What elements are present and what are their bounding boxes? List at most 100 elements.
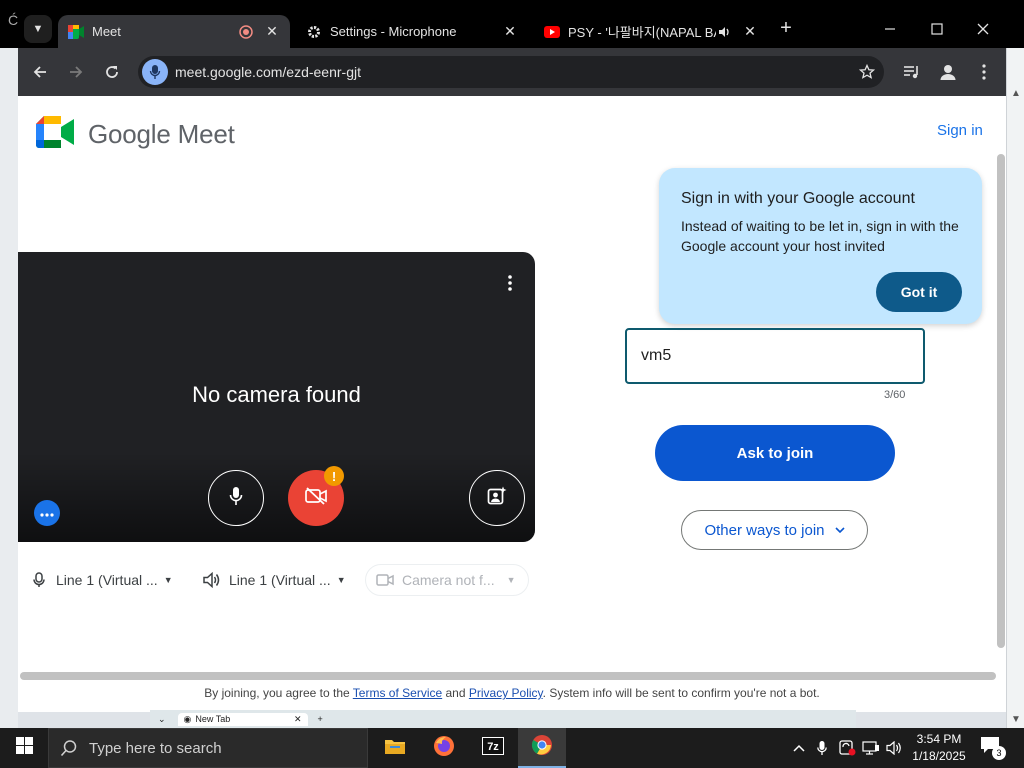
close-tab-icon[interactable]: ✕ bbox=[740, 22, 760, 42]
visual-effects-button[interactable] bbox=[469, 470, 525, 526]
no-camera-message: No camera found bbox=[192, 382, 361, 407]
forward-button[interactable] bbox=[64, 60, 88, 84]
start-button[interactable] bbox=[0, 728, 48, 768]
clock-time: 3:54 PM bbox=[916, 732, 962, 746]
reload-button[interactable] bbox=[100, 60, 124, 84]
firefox-icon bbox=[433, 735, 455, 762]
microphone-tray-icon[interactable] bbox=[812, 728, 832, 768]
firefox-app[interactable] bbox=[420, 728, 468, 768]
address-bar[interactable]: meet.google.com/ezd-eenr-gjt bbox=[138, 56, 884, 88]
minimize-button[interactable] bbox=[875, 14, 905, 44]
tab-search-button[interactable]: ▼ bbox=[24, 15, 52, 43]
camera-off-icon bbox=[305, 486, 327, 510]
maximize-button[interactable] bbox=[922, 14, 952, 44]
chevron-up-icon bbox=[793, 741, 805, 755]
window-edge-glyph: Ć bbox=[8, 12, 19, 28]
portrait-sparkle-icon bbox=[487, 486, 507, 511]
sign-in-link[interactable]: Sign in bbox=[937, 122, 983, 139]
tab-title: Meet bbox=[92, 24, 121, 39]
google-meet-logo: Google Meet bbox=[36, 116, 235, 153]
microphone-in-use-icon[interactable] bbox=[142, 59, 168, 85]
7zip-app[interactable]: 7z bbox=[469, 728, 517, 768]
back-button[interactable] bbox=[28, 60, 52, 84]
action-center-button[interactable]: 3 bbox=[980, 736, 1008, 760]
taskbar-search-box[interactable]: Type here to search bbox=[48, 728, 368, 768]
new-tab-button[interactable]: + bbox=[776, 18, 796, 40]
chevron-down-icon: ▼ bbox=[32, 23, 44, 35]
show-hidden-icons-button[interactable] bbox=[790, 728, 808, 768]
url-text: meet.google.com/ezd-eenr-gjt bbox=[175, 64, 361, 80]
clock-date: 1/18/2025 bbox=[912, 749, 966, 763]
dropdown-caret-icon: ▼ bbox=[506, 575, 516, 585]
close-tab-icon: ✕ bbox=[294, 713, 302, 724]
windows-taskbar: Type here to search 7z 3:54 PM 1/18/2025… bbox=[0, 728, 1024, 768]
7zip-icon: 7z bbox=[482, 736, 504, 760]
privacy-policy-link[interactable]: Privacy Policy bbox=[469, 686, 543, 700]
camera-icon bbox=[376, 571, 394, 589]
microphone-icon bbox=[30, 571, 48, 589]
speaker-device-label: Line 1 (Virtual ... bbox=[229, 572, 331, 588]
gear-icon bbox=[306, 24, 322, 40]
background-tab-title: New Tab bbox=[195, 714, 231, 724]
chrome-icon: ◉ bbox=[183, 713, 192, 724]
terms-of-service-link[interactable]: Terms of Service bbox=[353, 686, 442, 700]
youtube-icon bbox=[544, 24, 560, 40]
chevron-down-icon: ⌄ bbox=[158, 713, 166, 724]
microphone-toggle-button[interactable] bbox=[208, 470, 264, 526]
windows-logo-icon bbox=[15, 737, 33, 759]
chrome-app[interactable] bbox=[518, 728, 566, 768]
camera-warning-badge: ! bbox=[324, 466, 344, 486]
sign-in-tooltip: Sign in with your Google account Instead… bbox=[659, 168, 982, 324]
file-explorer-app[interactable] bbox=[371, 728, 419, 768]
media-controls-icon[interactable] bbox=[900, 60, 924, 84]
background-window-tabstrip: ⌄ ◉ New Tab ✕ + bbox=[150, 710, 856, 728]
new-tab-icon: + bbox=[317, 714, 323, 724]
bookmark-star-icon[interactable] bbox=[856, 61, 878, 83]
tab-settings-microphone[interactable]: Settings - Microphone ✕ bbox=[296, 15, 528, 48]
more-options-icon[interactable] bbox=[502, 272, 518, 294]
tab-meet[interactable]: Meet ✕ bbox=[58, 15, 290, 48]
close-tab-icon[interactable]: ✕ bbox=[262, 22, 282, 42]
other-ways-label: Other ways to join bbox=[704, 521, 825, 539]
speaker-icon bbox=[203, 571, 221, 589]
tooltip-body: Instead of waiting to be let in, sign in… bbox=[681, 218, 959, 254]
tab-title: PSY - '나팔바지(NAPAL BA bbox=[568, 25, 716, 40]
speaker-select[interactable]: Line 1 (Virtual ... ▼ bbox=[203, 564, 346, 596]
recording-icon bbox=[238, 24, 254, 40]
meet-logo-icon bbox=[36, 116, 74, 153]
ask-to-join-button[interactable]: Ask to join bbox=[655, 425, 895, 481]
legal-footer: By joining, you agree to the Terms of Se… bbox=[18, 686, 1006, 700]
tooltip-title: Sign in with your Google account bbox=[681, 190, 915, 207]
folder-icon bbox=[384, 737, 406, 760]
more-actions-button[interactable] bbox=[34, 500, 60, 526]
name-input-value: vm5 bbox=[641, 347, 672, 364]
brand-name: Google Meet bbox=[88, 119, 235, 149]
footer-suffix: . System info will be sent to confirm yo… bbox=[542, 686, 820, 700]
network-icon[interactable] bbox=[860, 728, 882, 768]
dots-icon bbox=[40, 504, 54, 522]
browser-menu-icon[interactable] bbox=[972, 60, 996, 84]
camera-select: Camera not f... ▼ bbox=[365, 564, 529, 596]
security-alert-icon[interactable] bbox=[836, 728, 858, 768]
other-ways-to-join-button[interactable]: Other ways to join bbox=[681, 510, 868, 550]
audio-playing-icon[interactable] bbox=[716, 24, 732, 40]
got-it-button[interactable]: Got it bbox=[876, 272, 962, 312]
horizontal-scrollbar[interactable] bbox=[20, 672, 996, 680]
name-input[interactable]: vm5 bbox=[625, 328, 925, 384]
meet-page: Google Meet Sign in Sign in with your Go… bbox=[18, 96, 1006, 712]
footer-prefix: By joining, you agree to the bbox=[204, 686, 353, 700]
profile-icon[interactable] bbox=[936, 60, 960, 84]
browser-window: Ć ▼ Meet ✕ Settings - Microphone ✕ PSY -… bbox=[0, 0, 1024, 712]
system-clock[interactable]: 3:54 PM 1/18/2025 bbox=[906, 731, 972, 765]
microphone-select[interactable]: Line 1 (Virtual ... ▼ bbox=[30, 564, 173, 596]
close-tab-icon[interactable]: ✕ bbox=[500, 22, 520, 42]
tab-title: Settings - Microphone bbox=[330, 24, 457, 39]
camera-device-label: Camera not f... bbox=[402, 572, 495, 588]
vertical-scrollbar[interactable] bbox=[997, 154, 1005, 648]
volume-icon[interactable] bbox=[884, 728, 906, 768]
tab-youtube[interactable]: PSY - '나팔바지(NAPAL BA ✕ bbox=[534, 15, 768, 48]
camera-preview: No camera found ! bbox=[18, 252, 535, 542]
close-window-button[interactable] bbox=[968, 14, 998, 44]
microphone-icon bbox=[229, 486, 243, 511]
browser-toolbar: meet.google.com/ezd-eenr-gjt bbox=[18, 48, 1006, 96]
